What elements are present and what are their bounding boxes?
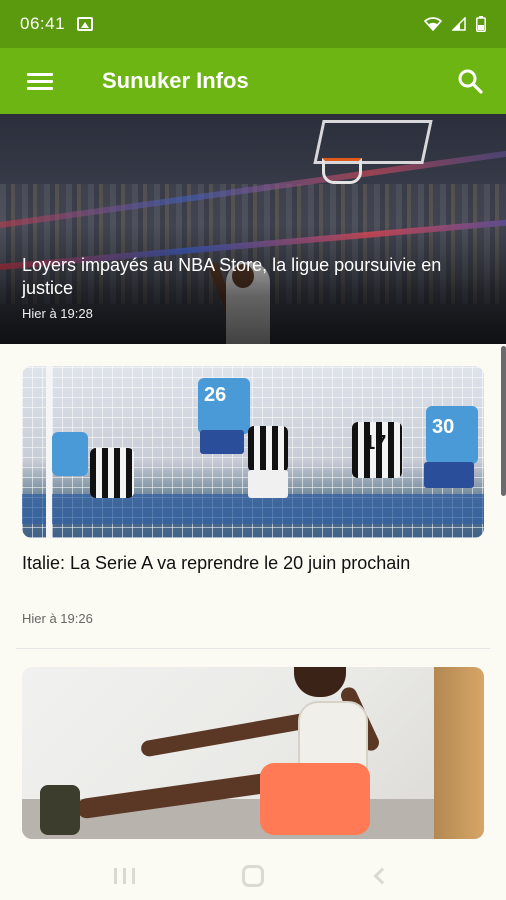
home-button[interactable] <box>223 856 283 896</box>
featured-article[interactable]: Loyers impayés au NBA Store, la ligue po… <box>0 114 506 344</box>
article-time: Hier à 19:26 <box>22 611 93 626</box>
status-time: 06:41 <box>20 14 66 33</box>
image-icon <box>77 17 94 31</box>
back-button[interactable] <box>352 856 412 896</box>
navigation-bar <box>0 852 506 900</box>
jersey-number: 26 <box>204 384 227 406</box>
status-icons <box>424 16 486 32</box>
app-bar: Sunuker Infos <box>0 48 506 114</box>
featured-time: Hier à 19:28 <box>22 306 93 321</box>
article-image[interactable] <box>22 667 484 839</box>
menu-button[interactable] <box>0 48 80 114</box>
back-icon <box>373 867 391 885</box>
menu-icon <box>27 69 53 94</box>
article-title[interactable]: Italie: La Serie A va reprendre le 20 ju… <box>22 552 482 575</box>
featured-title: Loyers impayés au NBA Store, la ligue po… <box>22 255 442 298</box>
jersey-number: 30 <box>432 416 455 438</box>
jersey-number: 17 <box>364 432 387 454</box>
divider <box>16 648 490 649</box>
search-icon <box>458 69 483 94</box>
recents-icon <box>113 868 117 884</box>
battery-icon <box>476 16 486 32</box>
signal-icon <box>452 17 466 31</box>
home-icon <box>241 865 264 887</box>
article-image[interactable]: 26 17 30 <box>22 366 484 538</box>
status-bar: 06:41 <box>0 0 506 48</box>
app-title: Sunuker Infos <box>102 68 249 93</box>
recents-button[interactable] <box>94 856 154 896</box>
scrollbar[interactable] <box>501 346 506 496</box>
wifi-icon <box>424 17 442 31</box>
search-button[interactable] <box>434 48 506 114</box>
